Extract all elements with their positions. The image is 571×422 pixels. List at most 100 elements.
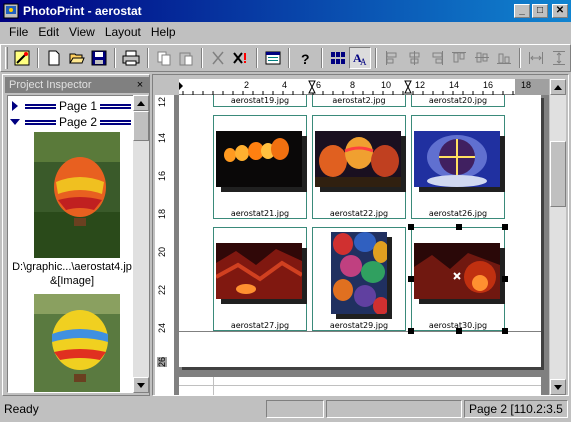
- scroll-up-button[interactable]: [550, 79, 566, 95]
- photo-cell[interactable]: aerostat26.jpg: [411, 115, 505, 219]
- photo-aerostat30[interactable]: [414, 243, 500, 299]
- resize-handle-bottom-left[interactable]: [408, 328, 414, 334]
- tree-line: [100, 119, 132, 125]
- thumbnail-image-next[interactable]: [34, 294, 120, 393]
- resize-handle-right[interactable]: [502, 276, 508, 282]
- inspector-close-button[interactable]: ×: [133, 79, 147, 91]
- page-margin-guide: [179, 331, 541, 332]
- tree-line: [25, 119, 56, 125]
- scroll-down-button[interactable]: [133, 377, 149, 393]
- copy-button[interactable]: [153, 47, 175, 69]
- ruler-tick-label: 12: [415, 80, 426, 90]
- status-position-text: Page 2 [110.2:3.5: [469, 402, 563, 416]
- photo-aerostat22[interactable]: [315, 131, 401, 187]
- align-center-button[interactable]: [404, 47, 426, 69]
- properties-icon: [265, 51, 281, 65]
- status-message-text: Ready: [4, 402, 39, 416]
- minimize-button[interactable]: _: [514, 4, 530, 18]
- menu-view[interactable]: View: [64, 25, 100, 39]
- tree-node-page-1[interactable]: Page 1: [8, 98, 134, 114]
- grid-view-button[interactable]: [327, 47, 349, 69]
- resize-handle-top[interactable]: [456, 224, 462, 230]
- tree-node-label: Page 1: [58, 99, 98, 113]
- print-button[interactable]: [120, 47, 142, 69]
- properties-button[interactable]: [262, 47, 284, 69]
- photo-aerostat29[interactable]: [331, 232, 387, 314]
- resize-handle-bottom[interactable]: [456, 328, 462, 334]
- toolbar-separator: [37, 48, 40, 68]
- svg-text:A: A: [360, 57, 367, 66]
- align-left-button[interactable]: [381, 47, 403, 69]
- font-icon: AA: [353, 51, 367, 66]
- next-page-sheet[interactable]: [179, 377, 541, 395]
- align-top-button[interactable]: [448, 47, 470, 69]
- toolbar-separator: [201, 48, 204, 68]
- photo-cell[interactable]: aerostat21.jpg: [213, 115, 307, 219]
- ruler-tick-label: 16: [483, 80, 494, 90]
- menu-bar: File Edit View Layout Help: [0, 22, 571, 42]
- inspector-scrollbar[interactable]: [133, 95, 149, 393]
- horizontal-ruler[interactable]: 2 4 6 8 10 12 14 16 18: [179, 79, 549, 95]
- save-icon: [91, 50, 107, 66]
- photo-cell[interactable]: aerostat19.jpg: [213, 95, 307, 107]
- scroll-down-button[interactable]: [550, 379, 566, 395]
- font-button[interactable]: AA: [348, 47, 372, 69]
- new-button[interactable]: [43, 47, 65, 69]
- toolbar: ? AA: [0, 44, 571, 72]
- paste-button[interactable]: [175, 47, 197, 69]
- space-horizontal-button[interactable]: [525, 47, 547, 69]
- menu-help-label: Help: [150, 25, 176, 39]
- photo-cell[interactable]: aerostat20.jpg: [411, 95, 505, 107]
- save-button[interactable]: [88, 47, 110, 69]
- menu-layout[interactable]: Layout: [100, 25, 146, 39]
- tree-node-page-2[interactable]: Page 2: [8, 114, 134, 130]
- expanded-arrow-icon[interactable]: [8, 118, 22, 126]
- space-vertical-button[interactable]: [548, 47, 570, 69]
- collapsed-arrow-icon[interactable]: [8, 101, 22, 111]
- photo-cell-selected[interactable]: aerostat30.jpg: [411, 227, 505, 331]
- vertical-ruler[interactable]: 12 14 16 18 20 22 24 26: [155, 95, 175, 395]
- page-canvas[interactable]: aerostat19.jpg aerostat2.jpg aerostat20.…: [175, 95, 549, 395]
- resize-handle-bottom-right[interactable]: [502, 328, 508, 334]
- toolbar-grip[interactable]: [5, 47, 8, 69]
- status-bar: Ready Page 2 [110.2:3.5: [0, 398, 571, 420]
- new-icon: [48, 50, 60, 66]
- ruler-tick-label: 2: [244, 80, 250, 90]
- close-button[interactable]: ✕: [552, 4, 568, 18]
- document-scrollbar[interactable]: [550, 79, 566, 395]
- photo-aerostat27[interactable]: [216, 243, 302, 299]
- help-button[interactable]: ?: [294, 47, 316, 69]
- photo-cell[interactable]: aerostat29.jpg: [312, 227, 406, 331]
- delete-button[interactable]: [230, 47, 252, 69]
- maximize-button[interactable]: □: [532, 4, 548, 18]
- tree-node-label: Page 2: [58, 115, 98, 129]
- align-middle-button[interactable]: [471, 47, 493, 69]
- cut-button[interactable]: [207, 47, 229, 69]
- photo-cell[interactable]: aerostat2.jpg: [312, 95, 406, 107]
- wizard-button[interactable]: [11, 47, 33, 69]
- ruler-tick-label: 16: [157, 171, 167, 182]
- menu-file[interactable]: File: [4, 25, 33, 39]
- photo-aerostat21[interactable]: [216, 131, 302, 187]
- resize-handle-left[interactable]: [408, 276, 414, 282]
- photo-cell[interactable]: aerostat27.jpg: [213, 227, 307, 331]
- photo-aerostat26[interactable]: [414, 131, 500, 187]
- menu-edit[interactable]: Edit: [33, 25, 64, 39]
- photo-cell[interactable]: aerostat22.jpg: [312, 115, 406, 219]
- menu-help[interactable]: Help: [146, 25, 181, 39]
- scroll-up-button[interactable]: [133, 95, 149, 111]
- page-2-sheet[interactable]: aerostat19.jpg aerostat2.jpg aerostat20.…: [179, 95, 541, 367]
- open-button[interactable]: [66, 47, 88, 69]
- align-left-icon: [386, 51, 397, 65]
- resize-handle-top-left[interactable]: [408, 224, 414, 230]
- title-bar: PhotoPrint - aerostat _ □ ✕: [0, 0, 571, 22]
- scroll-thumb[interactable]: [550, 141, 566, 207]
- ruler-tick-label: 26: [157, 357, 167, 368]
- scroll-thumb[interactable]: [133, 111, 149, 141]
- space-vertical-icon: [552, 51, 565, 65]
- align-right-button[interactable]: [426, 47, 448, 69]
- toolbar-separator: [320, 48, 323, 68]
- thumbnail-image-aerostat4[interactable]: [34, 132, 120, 258]
- align-bottom-button[interactable]: [493, 47, 515, 69]
- resize-handle-top-right[interactable]: [502, 224, 508, 230]
